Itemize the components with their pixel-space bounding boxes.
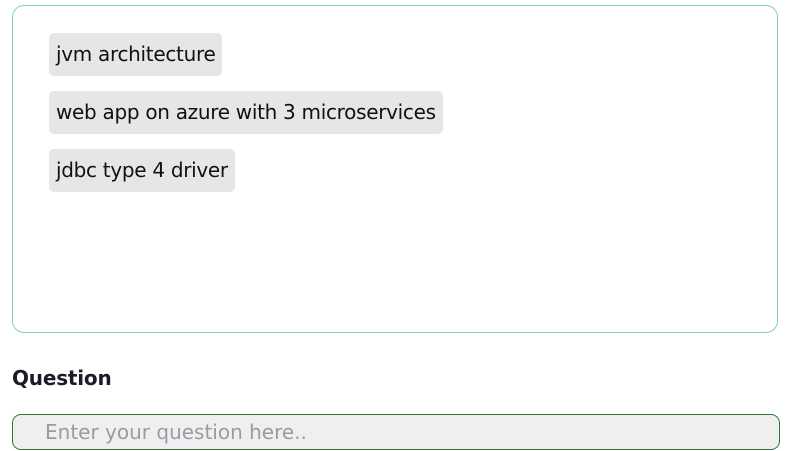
suggestion-chip-jdbc-driver[interactable]: jdbc type 4 driver [49,149,235,192]
suggestion-list: jvm architecture web app on azure with 3… [49,33,443,192]
question-input[interactable] [12,414,780,450]
suggestion-chip-jvm-architecture[interactable]: jvm architecture [49,33,223,76]
suggestions-panel: jvm architecture web app on azure with 3… [12,5,778,333]
question-label: Question [12,366,112,390]
suggestion-chip-web-app-azure[interactable]: web app on azure with 3 microservices [49,91,443,134]
